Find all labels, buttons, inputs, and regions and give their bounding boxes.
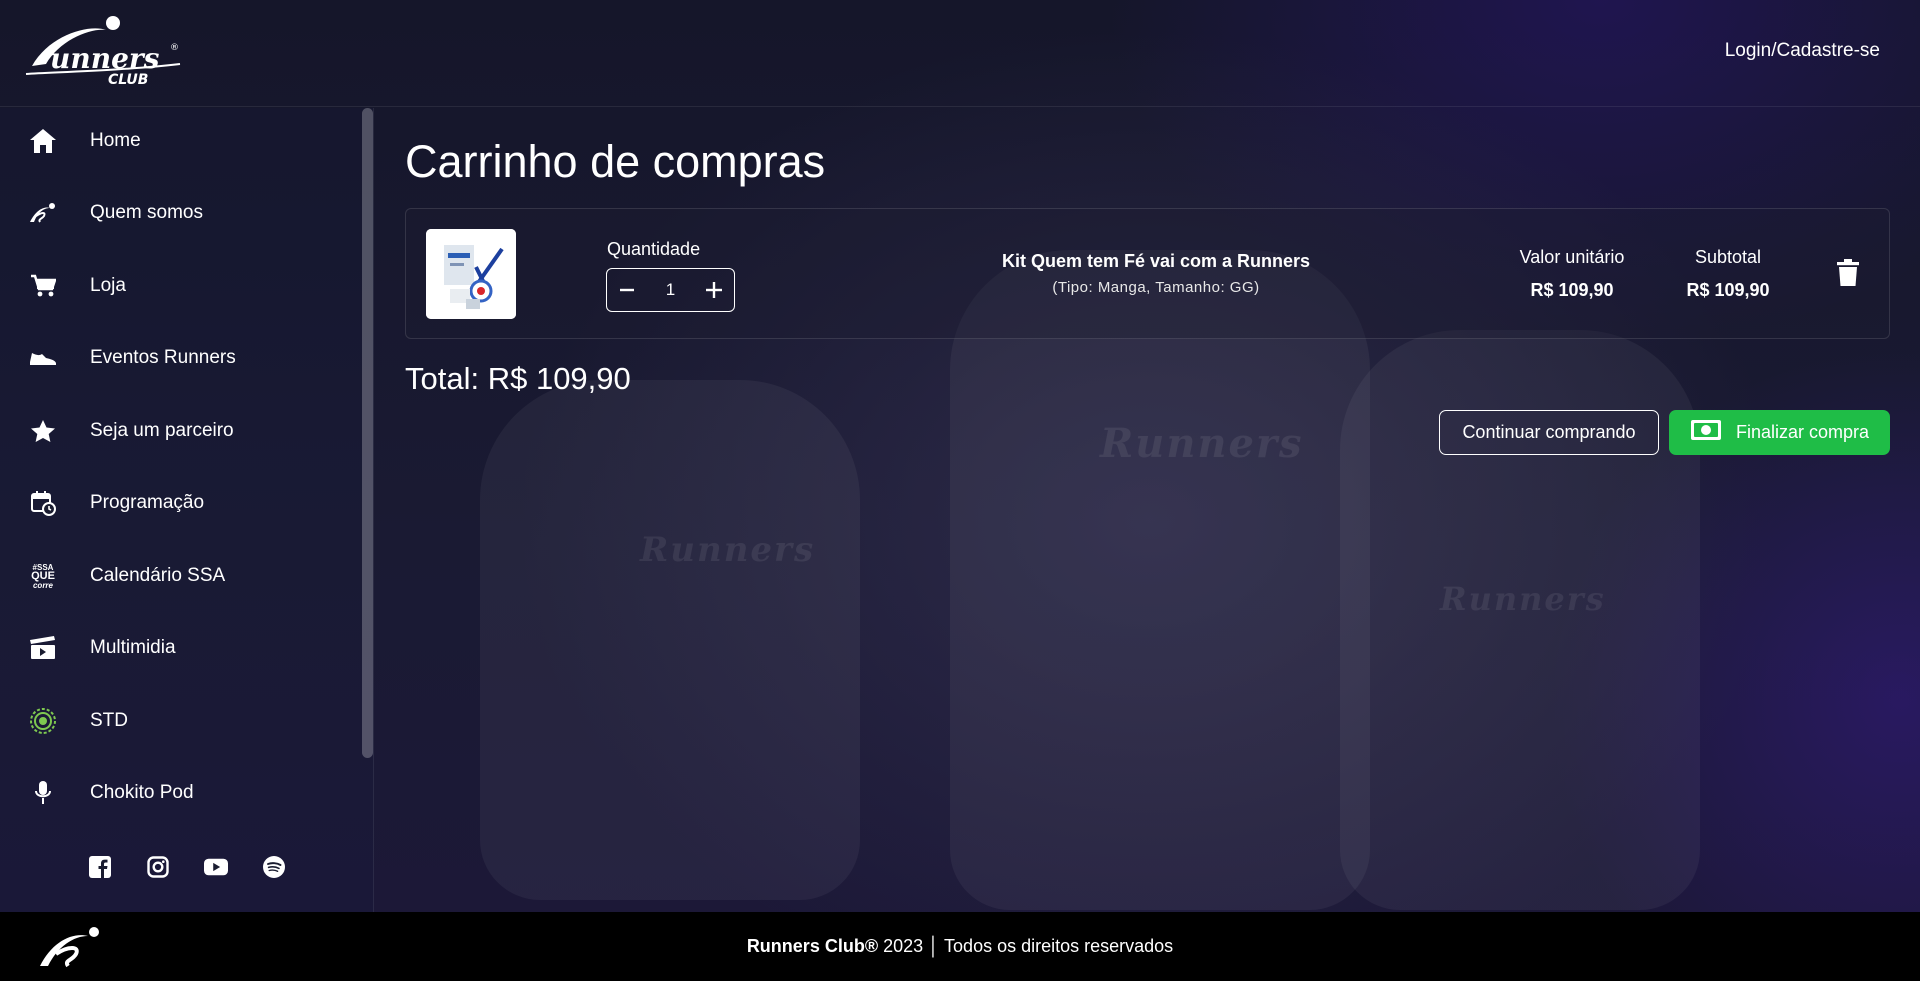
- quantity-value[interactable]: 1: [647, 280, 694, 300]
- sidebar-item-eventos[interactable]: Eventos Runners: [0, 328, 355, 388]
- sidebar-item-label: Seja um parceiro: [90, 420, 234, 441]
- clapperboard-icon: [28, 633, 58, 663]
- sidebar-item-quem-somos[interactable]: Quem somos: [0, 183, 355, 243]
- std-icon: [28, 706, 58, 736]
- sidebar-item-chokito-pod[interactable]: Chokito Pod: [0, 763, 355, 823]
- footer-copyright: Runners Club® 2023 │ Todos os direitos r…: [0, 936, 1920, 957]
- minus-icon: [620, 288, 634, 292]
- decrement-button[interactable]: [607, 269, 647, 311]
- cash-icon: [1690, 419, 1722, 446]
- header: unners CLUB ® Login/Cadastre-se: [0, 0, 1920, 107]
- sidebar-item-parceiro[interactable]: Seja um parceiro: [0, 401, 355, 461]
- instagram-icon[interactable]: [146, 855, 170, 879]
- unit-price-value: R$ 109,90: [1530, 280, 1614, 300]
- runners-club-logo[interactable]: unners CLUB ®: [20, 14, 185, 90]
- sidebar-item-label: Home: [90, 130, 141, 151]
- microphone-icon: [28, 778, 58, 808]
- trash-icon[interactable]: [1837, 259, 1863, 289]
- runners-logo-icon: [28, 198, 58, 228]
- home-icon: [28, 126, 58, 156]
- sidebar-item-calendario-ssa[interactable]: #SSA QUE corre Calendário SSA: [0, 546, 355, 606]
- cart-total: Total: R$ 109,90: [405, 361, 631, 396]
- product-name[interactable]: Kit Quem tem Fé vai com a Runners: [906, 251, 1406, 272]
- facebook-icon[interactable]: [88, 855, 112, 879]
- sidebar-item-loja[interactable]: Loja: [0, 256, 355, 316]
- sidebar-item-programacao[interactable]: Programação: [0, 473, 355, 533]
- svg-text:®: ®: [170, 43, 179, 53]
- subtotal-label: Subtotal: [1694, 247, 1762, 267]
- finish-purchase-label: Finalizar compra: [1735, 422, 1870, 442]
- continue-shopping-button[interactable]: Continuar comprando: [1439, 410, 1659, 455]
- social-links: [88, 855, 286, 879]
- product-variant: (Tipo: Manga, Tamanho: GG): [1052, 279, 1260, 296]
- ssa-que-corre-icon: #SSA QUE corre: [31, 562, 55, 590]
- sidebar-item-home[interactable]: Home: [0, 111, 355, 171]
- sidebar-item-multimidia[interactable]: Multimidia: [0, 618, 355, 678]
- footer-rights: 2023 │ Todos os direitos reservados: [878, 936, 1174, 956]
- sidebar-scrollbar[interactable]: [362, 108, 373, 758]
- increment-button[interactable]: [694, 269, 734, 311]
- sidebar-item-label: Chokito Pod: [90, 782, 194, 803]
- quantity-label: Quantidade: [607, 239, 701, 259]
- sidebar-item-label: Calendário SSA: [90, 565, 226, 586]
- subtotal-value: R$ 109,90: [1686, 280, 1770, 300]
- sidebar-item-label: Eventos Runners: [90, 347, 236, 368]
- youtube-icon[interactable]: [204, 855, 228, 879]
- login-link[interactable]: Login/Cadastre-se: [1725, 40, 1880, 62]
- cart-icon: [28, 271, 58, 301]
- finish-purchase-button[interactable]: Finalizar compra: [1669, 410, 1890, 455]
- sidebar-item-label: Programação: [90, 492, 205, 513]
- sidebar-item-std[interactable]: STD: [0, 691, 355, 751]
- svg-text:CLUB: CLUB: [108, 72, 148, 88]
- star-icon: [28, 416, 58, 446]
- spotify-icon[interactable]: [262, 855, 286, 879]
- sidebar-item-label: Loja: [90, 275, 126, 296]
- sidebar-item-label: Quem somos: [90, 202, 203, 223]
- page-title: Carrinho de compras: [405, 136, 826, 187]
- product-thumbnail[interactable]: [426, 229, 516, 319]
- cart-item-row: Quantidade 1 Kit Quem tem Fé vai com a R…: [405, 208, 1890, 339]
- sidebar-item-label: STD: [90, 710, 128, 731]
- sidebar-item-label: Multimidia: [90, 637, 176, 658]
- unit-price-label: Valor unitário: [1519, 247, 1625, 267]
- quantity-stepper: 1: [606, 268, 735, 312]
- footer-brand: Runners Club®: [746, 936, 879, 956]
- footer: Runners Club® 2023 │ Todos os direitos r…: [0, 912, 1920, 981]
- calendar-clock-icon: [28, 488, 58, 518]
- plus-icon: [706, 282, 722, 298]
- shoe-icon: [28, 343, 58, 373]
- logo-text: unners: [50, 42, 160, 75]
